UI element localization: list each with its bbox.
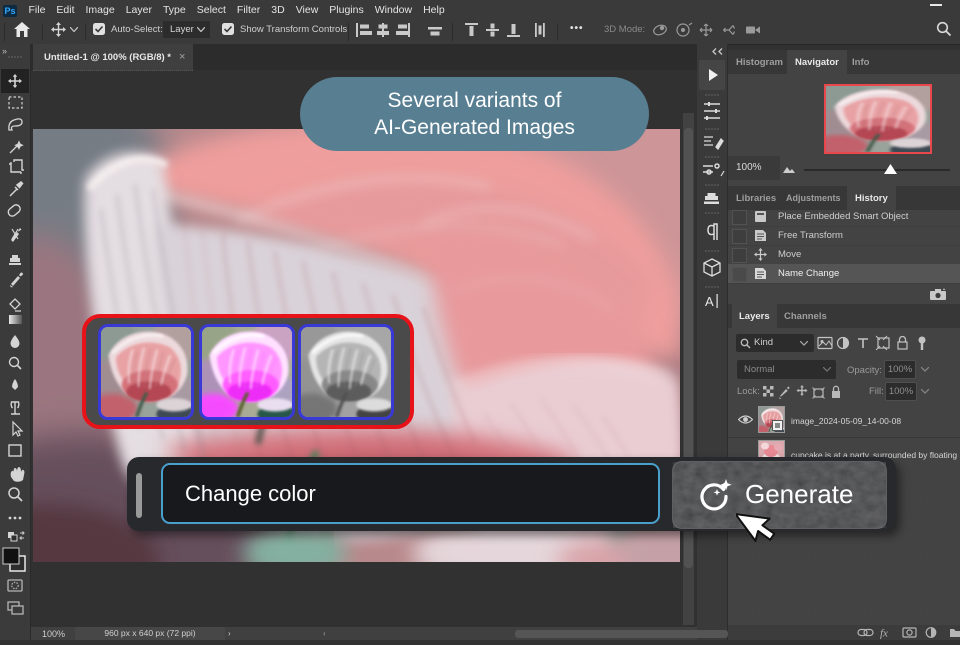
svg-text:A: A (705, 294, 714, 309)
svg-text:fx: fx (880, 628, 888, 640)
